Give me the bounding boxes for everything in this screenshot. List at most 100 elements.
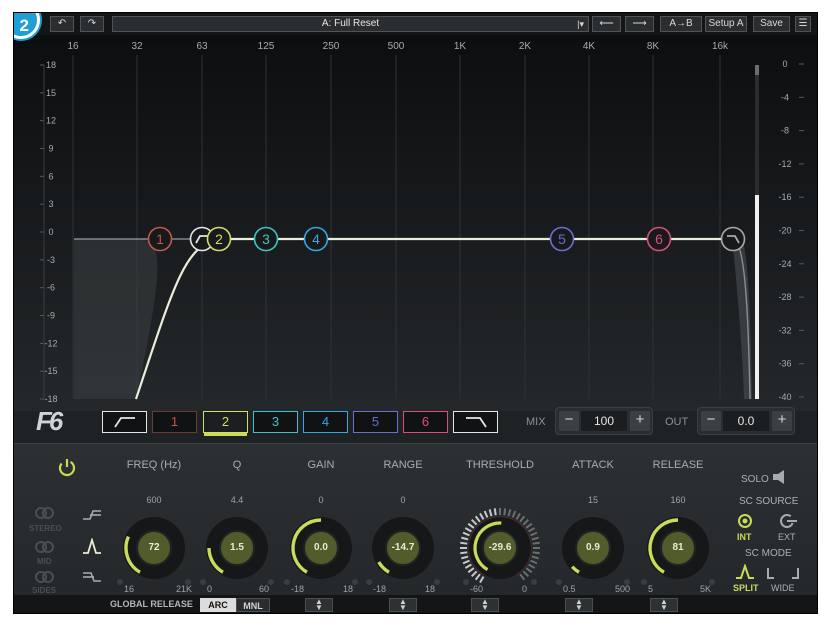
redo-button[interactable]: ↷ [80,16,104,32]
band-node-label: 5 [558,231,566,247]
band-node[interactable]: 4 [303,226,329,252]
threshold-meter-segment [515,512,521,520]
param-mid-value: 15 [587,495,598,505]
prev-preset-button[interactable]: ⟵ [592,16,621,32]
param-min-label: 5 [648,584,654,594]
sc-mode-title: SC MODE [745,548,792,559]
param-step-button[interactable]: ▲ ▼ [565,598,593,612]
band-node[interactable]: 2 [206,226,232,252]
band-select-button-highpass[interactable] [102,411,147,433]
param-max-label: 500 [615,584,631,594]
threshold-meter-segment [522,570,529,577]
param-step-button[interactable]: ▲ ▼ [650,598,678,612]
gain-axis-label: -9 [47,311,55,321]
band-node-ring[interactable] [720,226,746,252]
arc-button[interactable]: ARC [200,598,236,612]
knob-min-dot [556,579,562,585]
param-value[interactable]: -29.6 [480,542,520,553]
mode-highpass-icon[interactable] [82,508,102,522]
speaker-icon[interactable] [771,469,789,485]
band-select-button-3[interactable]: 3 [253,411,298,433]
param-step-button[interactable]: ▲ ▼ [389,598,417,612]
threshold-meter-segment [511,510,517,518]
freq-axis-label: 16 [67,41,79,52]
gain-axis-label: -18 [44,394,57,404]
band-node[interactable]: 5 [549,226,575,252]
next-preset-button[interactable]: ⟶ [625,16,654,32]
save-button[interactable]: Save [753,16,790,32]
sc-int-icon[interactable] [736,512,754,530]
band-select-button-4[interactable]: 4 [303,411,348,433]
mode-lowpass-icon[interactable] [82,570,102,584]
out-value[interactable]: 0.0 [723,411,769,431]
meter-axis-label: -20 [778,226,791,236]
threshold-meter-segment [461,555,469,560]
param-value[interactable]: 72 [134,542,174,553]
mid-icon[interactable] [34,540,56,554]
band-node[interactable]: 1 [147,226,173,252]
chevron-down-icon[interactable]: |▾ [577,17,584,31]
sc-ext-icon[interactable] [778,512,798,530]
band-node[interactable]: 6 [646,226,672,252]
band-node[interactable] [720,226,746,252]
band-select-button-lowpass[interactable] [453,411,498,433]
threshold-meter-segment [471,519,478,526]
threshold-meter-segment [530,531,538,537]
param-step-button[interactable]: ▲ ▼ [305,598,333,612]
param-value[interactable]: 81 [658,542,698,553]
eq-graph-canvas[interactable]: 16 32 63 125 250 500 1K 2K 4K 8K 16k1815129630-3-6… [14,35,818,411]
preset-dropdown[interactable]: A: Full Reset |▾ [112,16,589,32]
mode-bell-icon[interactable] [82,538,102,556]
threshold-meter-segment [503,508,507,516]
param-value[interactable]: 0.9 [573,542,613,553]
freq-axis-label: 500 [388,41,405,52]
out-plus-button[interactable]: + [772,411,792,431]
knob-min-dot [284,579,290,585]
eq-graph[interactable]: 16 32 63 125 250 500 1K 2K 4K 8K 16k 18 15 12 9 6 3 0 -3 -6… [14,35,818,411]
sc-split-icon[interactable] [734,564,756,580]
band-select-button-5[interactable]: 5 [353,411,398,433]
stereo-icon[interactable] [34,506,56,520]
meter-axis-label: -16 [778,192,791,202]
meter-axis-label: -24 [778,259,791,269]
param-max-label: 21K [176,584,193,594]
band-select-button-6[interactable]: 6 [403,411,448,433]
undo-button[interactable]: ↶ [50,16,74,32]
band-select-button-2[interactable]: 2 [203,411,248,433]
out-minus-button[interactable]: − [701,411,721,431]
menu-icon[interactable]: ☰ [795,16,811,32]
mix-value[interactable]: 100 [581,411,627,431]
sc-int-label[interactable]: INT [737,532,752,542]
threshold-meter-segment [483,510,489,518]
sc-wide-icon[interactable] [766,566,800,580]
sc-ext-label[interactable]: EXT [778,532,796,542]
param-step-button[interactable]: ▲ ▼ [471,598,499,612]
param-title: ATTACK [572,459,614,471]
knob-min-dot [200,579,206,585]
sc-wide-label[interactable]: WIDE [771,583,795,593]
meter-axis-label: -12 [778,159,791,169]
mid-label: MID [37,557,52,566]
mnl-button[interactable]: MNL [236,598,270,612]
band-node[interactable]: 3 [253,226,279,252]
threshold-meter-segment [519,573,526,581]
param-mid-value: 160 [670,495,686,505]
band-select-button-1[interactable]: 1 [152,411,197,433]
lowpass-icon [465,417,487,428]
param-value[interactable]: -14.7 [383,542,423,553]
param-value[interactable]: 0.0 [301,542,341,553]
meter-axis-label: 0 [782,59,787,69]
ab-copy-button[interactable]: A→B [660,16,702,32]
param-max-label: 60 [259,584,270,594]
mix-stepper[interactable]: − 100 + [555,407,653,435]
param-value[interactable]: 1.5 [217,542,257,553]
mix-minus-button[interactable]: − [559,411,579,431]
band-power-icon[interactable] [56,456,78,478]
mix-plus-button[interactable]: + [630,411,650,431]
sides-icon[interactable] [34,570,56,584]
setup-ab-button[interactable]: Setup A [705,16,747,32]
param-min-label: 16 [124,584,135,594]
out-stepper[interactable]: − 0.0 + [697,407,795,435]
sc-split-label[interactable]: SPLIT [733,583,759,593]
threshold-meter-segment [474,573,481,581]
